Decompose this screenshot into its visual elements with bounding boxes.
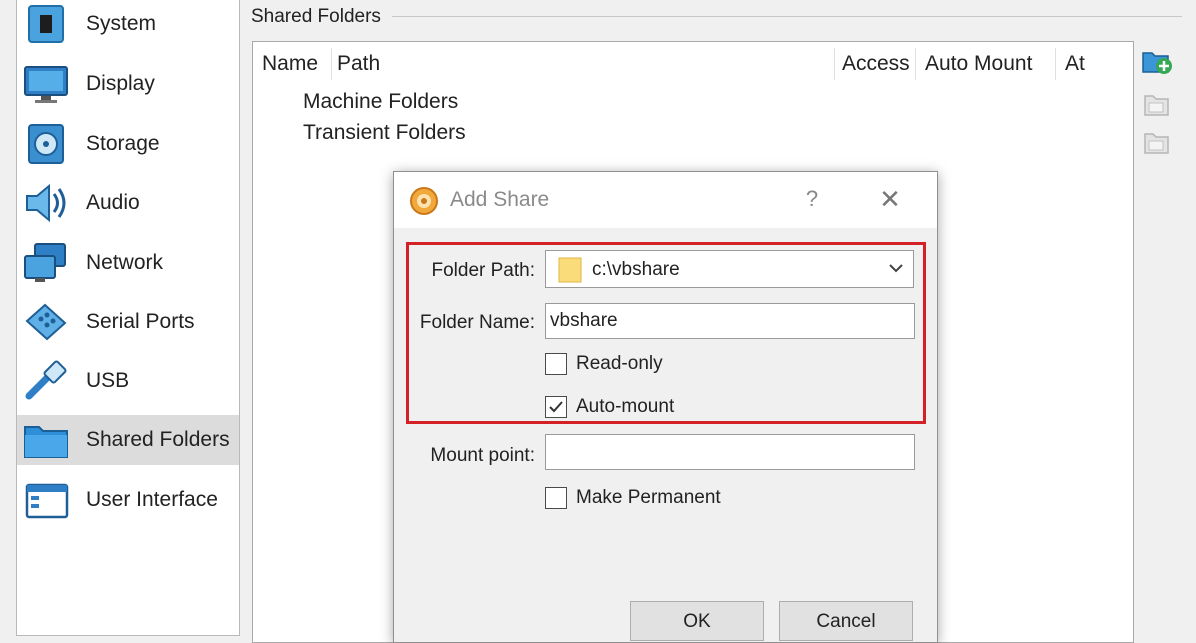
chevron-down-icon[interactable] (887, 259, 905, 277)
auto-mount-label: Auto-mount (576, 396, 675, 417)
column-header-auto-mount[interactable]: Auto Mount (925, 52, 1032, 76)
network-icon (24, 243, 66, 282)
sidebar-item-shared-folders[interactable]: Shared Folders (17, 415, 239, 465)
column-divider (915, 48, 916, 80)
auto-mount-checkbox[interactable]: Auto-mount (545, 396, 674, 418)
edit-share-icon[interactable] (1140, 89, 1174, 119)
settings-sidebar: System Display Storage Audio Network Ser… (16, 0, 240, 636)
sidebar-item-label: Network (86, 251, 164, 274)
auto-mount-box[interactable] (545, 396, 567, 418)
checkmark-icon (549, 401, 563, 413)
column-header-name[interactable]: Name (262, 52, 318, 76)
make-permanent-checkbox[interactable]: Make Permanent (545, 487, 721, 509)
sidebar-item-usb[interactable]: USB (17, 356, 239, 406)
column-header-path[interactable]: Path (337, 52, 380, 76)
folder-path-value: c:\vbshare (592, 259, 680, 280)
sidebar-item-label: Display (86, 72, 155, 95)
cancel-button[interactable]: Cancel (779, 601, 913, 641)
sidebar-item-network[interactable]: Network (17, 238, 239, 288)
ok-button[interactable]: OK (630, 601, 764, 641)
sidebar-item-display[interactable]: Display (17, 59, 239, 109)
folder-path-label: Folder Path: (431, 260, 536, 281)
tree-item-transient-folders[interactable]: Transient Folders (303, 121, 466, 145)
column-divider (1055, 48, 1056, 80)
sidebar-item-audio[interactable]: Audio (17, 178, 239, 228)
folder-icon (24, 426, 68, 458)
make-permanent-box[interactable] (545, 487, 567, 509)
speaker-icon (26, 183, 66, 223)
usb-icon (25, 360, 67, 400)
read-only-checkbox[interactable]: Read-only (545, 353, 663, 375)
window-icon (25, 483, 69, 519)
column-divider (331, 48, 332, 80)
virtualbox-icon (410, 187, 438, 215)
read-only-label: Read-only (576, 353, 663, 374)
add-share-icon[interactable] (1140, 46, 1174, 76)
folder-icon (558, 257, 582, 283)
sidebar-item-storage[interactable]: Storage (17, 119, 239, 169)
column-divider (834, 48, 835, 80)
close-button[interactable]: ✕ (878, 184, 902, 215)
column-header-at[interactable]: At (1065, 52, 1085, 76)
sidebar-item-label: USB (86, 369, 130, 392)
mount-point-label: Mount point: (430, 445, 535, 466)
folder-name-input[interactable] (545, 303, 915, 339)
monitor-icon (24, 66, 68, 103)
sidebar-item-user-interface[interactable]: User Interface (17, 475, 239, 525)
sidebar-item-serial-ports[interactable]: Serial Ports (17, 297, 239, 347)
group-title: Shared Folders (251, 6, 389, 28)
group-divider (392, 16, 1182, 17)
sidebar-item-label: Serial Ports (86, 310, 195, 333)
dialog-title: Add Share (450, 188, 550, 211)
folder-name-label: Folder Name: (419, 312, 535, 333)
folder-path-combobox[interactable]: c:\vbshare (545, 250, 914, 288)
disk-icon (28, 124, 64, 164)
sidebar-item-label: Storage (86, 132, 160, 155)
sidebar-item-label: User Interface (86, 488, 218, 511)
mount-point-input[interactable] (545, 434, 915, 470)
sidebar-item-label: Shared Folders (86, 428, 230, 451)
column-header-access[interactable]: Access (842, 52, 910, 76)
help-button[interactable]: ? (802, 186, 822, 212)
sidebar-item-system[interactable]: System (17, 0, 239, 49)
sidebar-item-label: System (86, 12, 157, 35)
tree-item-machine-folders[interactable]: Machine Folders (303, 90, 458, 114)
remove-share-icon[interactable] (1140, 127, 1174, 157)
make-permanent-label: Make Permanent (576, 487, 721, 508)
sidebar-item-label: Audio (86, 191, 140, 214)
dialog-titlebar[interactable]: Add Share ? ✕ (394, 172, 937, 228)
read-only-box[interactable] (545, 353, 567, 375)
add-share-dialog: Add Share ? ✕ Folder Path: c:\vbshare Fo… (393, 171, 938, 643)
system-chip-icon (28, 5, 64, 43)
serial-port-icon (25, 303, 67, 341)
